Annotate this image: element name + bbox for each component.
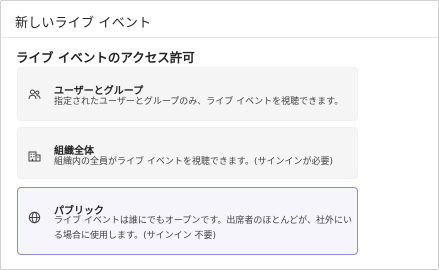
option-public[interactable]: パブリック ライブ イベントは誰にでもオープンです。出席者のほとんどが、社外にい… xyxy=(17,187,358,255)
option-description: 組織内の全員がライブ イベントを視聴できます。(サインインが必要) xyxy=(54,157,333,167)
option-people-and-groups[interactable]: ユーザーとグループ 指定されたユーザーとグループのみ、ライブ イベントを視聴でき… xyxy=(17,67,358,121)
option-description: 指定されたユーザーとグループのみ、ライブ イベントを視聴できます。 xyxy=(54,97,344,107)
permissions-heading: ライブ イベントのアクセス許可 xyxy=(16,50,195,65)
building-icon xyxy=(27,148,41,162)
dialog: 新しいライブ イベント ライブ イベントのアクセス許可 ユーザーとグループ 指定… xyxy=(0,0,439,270)
option-description: ライブ イベントは誰にでもオープンです。出席者のほとんどが、社外にいる場合に使用… xyxy=(54,216,352,241)
globe-icon xyxy=(27,210,41,224)
dialog-header: 新しいライブ イベント xyxy=(1,1,438,38)
option-entire-organization[interactable]: 組織全体 組織内の全員がライブ イベントを視聴できます。(サインインが必要) xyxy=(17,127,358,179)
dialog-title: 新しいライブ イベント xyxy=(15,16,152,31)
people-icon xyxy=(27,87,41,101)
